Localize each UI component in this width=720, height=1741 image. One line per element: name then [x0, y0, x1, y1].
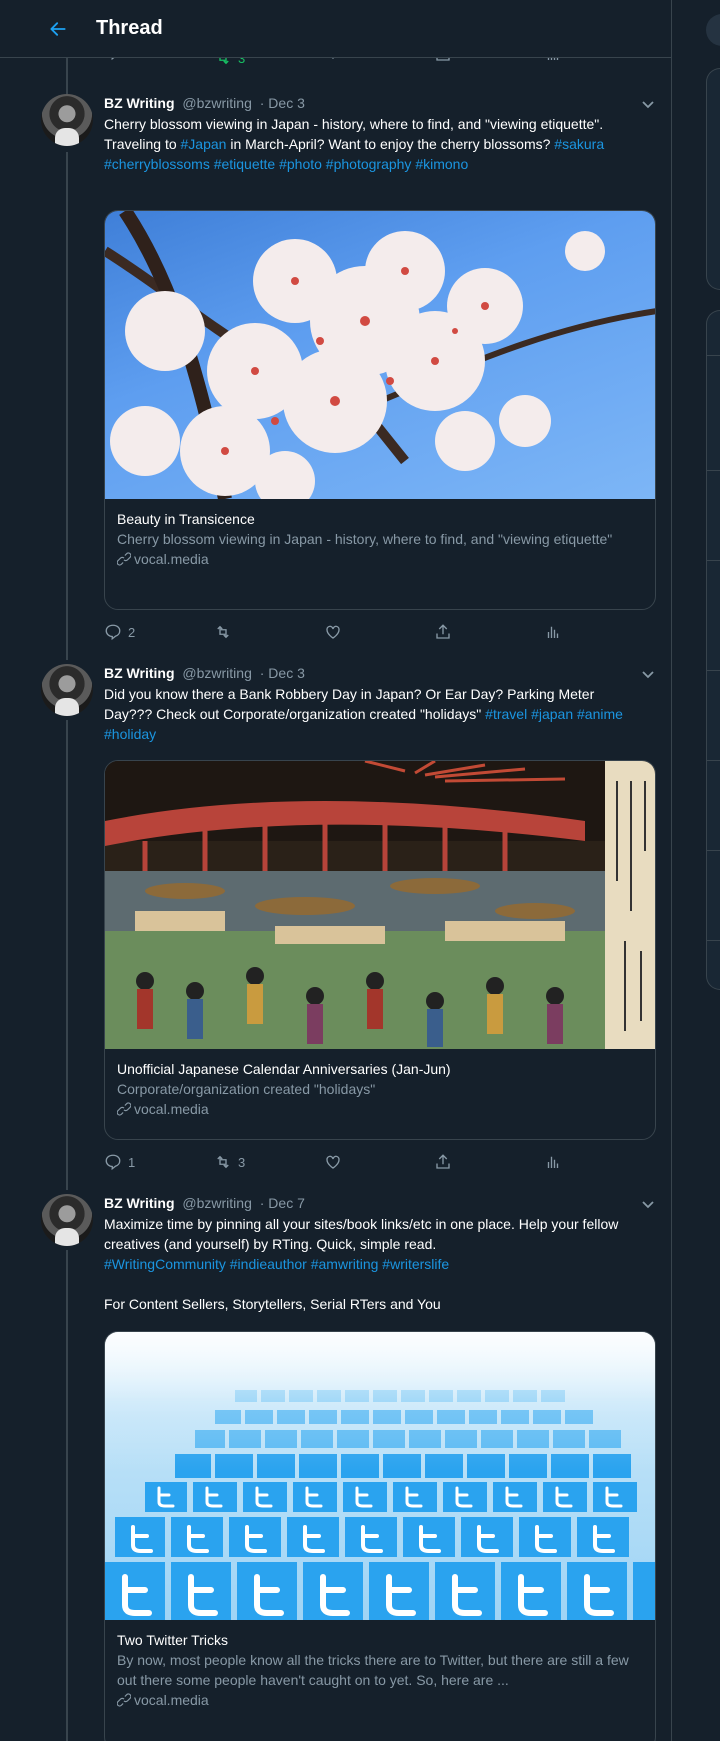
card-domain: vocal.media — [117, 549, 643, 569]
retweet-button[interactable] — [214, 620, 232, 644]
tweet-text: Cherry blossom viewing in Japan - histor… — [104, 114, 644, 174]
author-name[interactable]: BZ Writing — [104, 1195, 175, 1211]
link-icon — [117, 552, 131, 566]
tweet-text-part: in March-April? Want to enjoy the cherry… — [226, 136, 555, 152]
chevron-down-icon[interactable] — [640, 96, 656, 112]
hashtag-links[interactable]: #WritingCommunity #indieauthor #amwritin… — [104, 1254, 644, 1274]
link-icon — [117, 1693, 131, 1707]
right-sidebar-edge — [672, 0, 720, 1741]
tweet-header: BZ Writing @bzwriting · Dec 3 — [104, 93, 305, 113]
card-body: Unofficial Japanese Calendar Anniversari… — [105, 1049, 655, 1127]
thread-connector — [66, 720, 68, 1190]
divider — [706, 670, 720, 671]
tweet-text-part: For Content Sellers, Storytellers, Seria… — [104, 1296, 441, 1312]
thread-connector — [66, 152, 68, 660]
card-domain-text: vocal.media — [134, 551, 209, 567]
arrow-left-icon — [50, 21, 66, 36]
tweet-date[interactable]: · Dec 3 — [260, 95, 305, 111]
link-icon — [117, 1102, 131, 1116]
tweet-header: BZ Writing @bzwriting · Dec 7 — [104, 1193, 305, 1213]
share-button[interactable] — [434, 1150, 452, 1174]
link-card[interactable]: Beauty in Transicence Cherry blossom vie… — [104, 210, 656, 610]
divider — [706, 850, 720, 851]
tweet-date[interactable]: · Dec 3 — [260, 665, 305, 681]
twitter-tiles-illustration — [105, 1332, 655, 1620]
like-button[interactable] — [324, 620, 342, 644]
tweet-text: Maximize time by pinning all your sites/… — [104, 1214, 644, 1314]
reply-count: 1 — [128, 1154, 136, 1170]
like-button[interactable] — [324, 1150, 342, 1174]
tweet-actions: 2 — [104, 620, 574, 644]
reply-button[interactable]: 2 — [104, 620, 135, 644]
divider — [706, 470, 720, 471]
tweet-text: Did you know there a Bank Robbery Day in… — [104, 684, 644, 744]
avatar[interactable] — [41, 1194, 93, 1246]
reply-count: 2 — [128, 624, 136, 640]
search-pill[interactable] — [706, 14, 720, 46]
tweet-text-part: Maximize time by pinning all your sites/… — [104, 1216, 619, 1252]
divider — [706, 760, 720, 761]
tweet-actions: 1 3 — [104, 1150, 574, 1174]
retweet-button[interactable]: 3 — [214, 1150, 245, 1174]
main-column: 3 BZ Writing @bzwriting · Dec 3 Cherry b… — [0, 0, 672, 1741]
author-name[interactable]: BZ Writing — [104, 665, 175, 681]
thread-header: Thread — [0, 0, 671, 58]
share-icon — [436, 624, 450, 639]
chevron-down-icon[interactable] — [640, 666, 656, 682]
avatar[interactable] — [41, 94, 93, 146]
link-card[interactable]: Unofficial Japanese Calendar Anniversari… — [104, 760, 656, 1140]
tweet-date[interactable]: · Dec 7 — [260, 1195, 305, 1211]
card-domain-text: vocal.media — [134, 1692, 209, 1708]
chevron-down-icon[interactable] — [640, 1196, 656, 1212]
card-title: Beauty in Transicence — [117, 511, 255, 527]
card-title: Two Twitter Tricks — [117, 1632, 228, 1648]
author-handle[interactable]: @bzwriting — [182, 1195, 251, 1211]
page-title: Thread — [96, 17, 163, 39]
author-name[interactable]: BZ Writing — [104, 95, 175, 111]
analytics-button[interactable] — [544, 620, 562, 644]
analytics-button[interactable] — [544, 1150, 562, 1174]
card-domain: vocal.media — [117, 1099, 643, 1119]
card-image-twitter-tiles — [105, 1332, 655, 1620]
thread-connector — [66, 1250, 68, 1741]
card-body: Two Twitter Tricks By now, most people k… — [105, 1620, 655, 1718]
link-card[interactable]: Two Twitter Tricks By now, most people k… — [104, 1331, 656, 1741]
share-button[interactable] — [434, 620, 452, 644]
analytics-icon — [547, 626, 559, 638]
ukiyo-e-illustration — [105, 761, 655, 1049]
card-domain-text: vocal.media — [134, 1101, 209, 1117]
card-body: Beauty in Transicence Cherry blossom vie… — [105, 499, 655, 577]
card-domain: vocal.media — [117, 1690, 643, 1710]
reply-icon — [105, 624, 121, 641]
reply-icon — [105, 1154, 121, 1171]
analytics-icon — [547, 1156, 559, 1168]
reply-button[interactable]: 1 — [104, 1150, 135, 1174]
divider — [706, 560, 720, 561]
back-button[interactable] — [40, 11, 76, 47]
hashtag-link[interactable]: #Japan — [181, 136, 227, 152]
card-description: Corporate/organization created "holidays… — [117, 1081, 376, 1097]
divider — [706, 940, 720, 941]
retweet-icon — [217, 625, 229, 639]
card-description: By now, most people know all the tricks … — [117, 1652, 629, 1688]
cherry-blossom-illustration — [105, 211, 655, 499]
avatar[interactable] — [41, 664, 93, 716]
tweet-header: BZ Writing @bzwriting · Dec 3 — [104, 663, 305, 683]
heart-icon — [326, 1155, 340, 1169]
card-image-cherry-blossom — [105, 211, 655, 499]
retweet-count: 3 — [238, 1154, 246, 1170]
heart-icon — [326, 625, 340, 639]
share-icon — [436, 1154, 450, 1169]
card-title: Unofficial Japanese Calendar Anniversari… — [117, 1061, 451, 1077]
sidebar-panel — [706, 68, 720, 290]
divider — [706, 355, 720, 356]
sidebar-panel — [706, 310, 720, 990]
card-description: Cherry blossom viewing in Japan - histor… — [117, 531, 613, 547]
retweet-icon — [217, 1155, 229, 1169]
author-handle[interactable]: @bzwriting — [182, 665, 251, 681]
card-image-ukiyo-e — [105, 761, 655, 1049]
author-handle[interactable]: @bzwriting — [182, 95, 251, 111]
